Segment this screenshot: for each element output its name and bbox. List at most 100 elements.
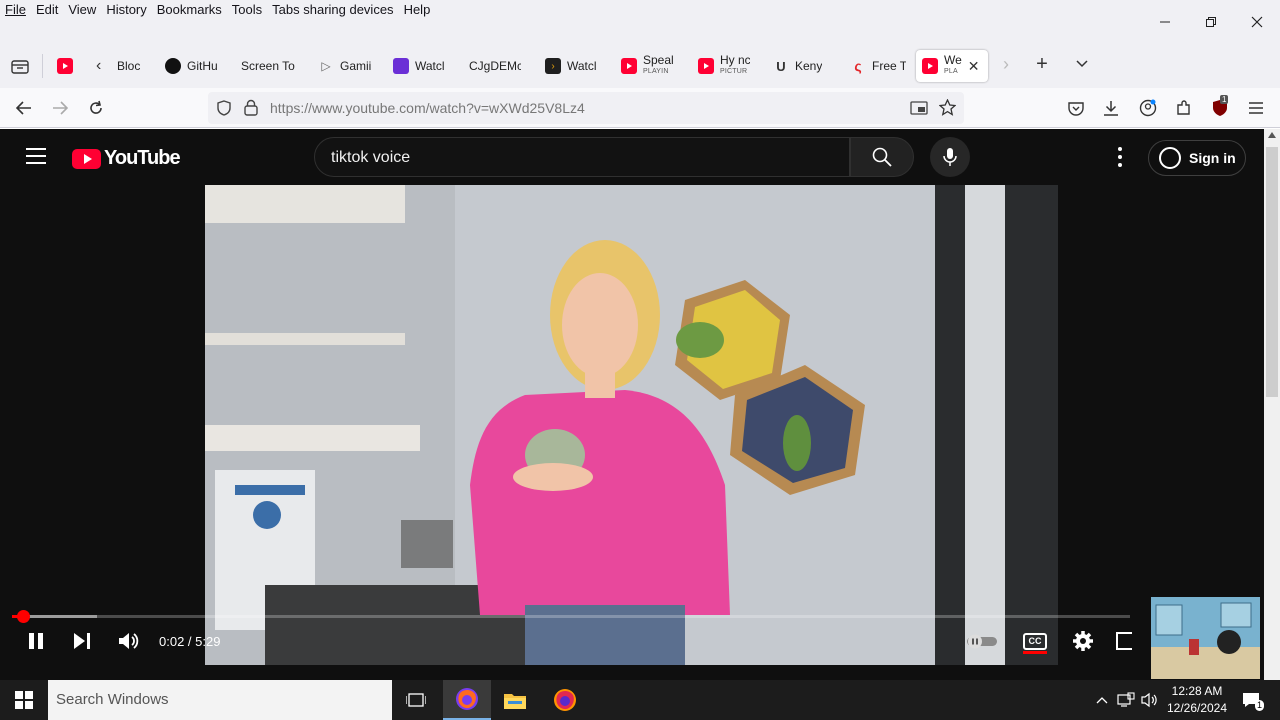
autoplay-toggle[interactable]: [964, 627, 1000, 655]
title-bar-spacer: [0, 20, 1280, 44]
tab-title: Gamii: [340, 59, 372, 73]
youtube-logo[interactable]: YouTube: [72, 147, 181, 170]
tab-scroll-right[interactable]: ›: [992, 50, 1020, 78]
windows-logo-icon: [15, 691, 33, 709]
sign-in-button[interactable]: Sign in: [1148, 140, 1246, 176]
menu-edit[interactable]: Edit: [31, 0, 63, 20]
tab-1[interactable]: Bloc: [117, 50, 157, 82]
pocket-button[interactable]: [1062, 94, 1090, 122]
shield-icon[interactable]: [217, 100, 231, 116]
tab-6[interactable]: CJgDEMc: [469, 50, 525, 82]
taskbar-file-explorer[interactable]: [491, 680, 539, 720]
search-button[interactable]: [850, 137, 914, 177]
task-view-button[interactable]: [392, 680, 440, 720]
back-button[interactable]: [10, 94, 38, 122]
url-text[interactable]: https://www.youtube.com/watch?v=wXWd25V8…: [270, 100, 585, 116]
github-icon: [165, 58, 181, 74]
tab-11[interactable]: ς Free T: [850, 50, 906, 82]
network-status[interactable]: [1114, 680, 1138, 720]
search-icon: [872, 147, 892, 167]
taskbar-firefox[interactable]: [541, 680, 589, 720]
new-tab-button[interactable]: +: [1028, 50, 1056, 78]
miniplayer-button[interactable]: [1116, 627, 1132, 655]
extensions-button[interactable]: [1170, 94, 1198, 122]
minimize-button[interactable]: [1142, 0, 1188, 44]
play-outline-icon: ▷: [321, 59, 331, 73]
menu-tools[interactable]: Tools: [227, 0, 267, 20]
game-thumbnail-image: [1151, 597, 1260, 679]
app-menu-button[interactable]: [1242, 94, 1270, 122]
settings-button[interactable]: [1070, 627, 1096, 655]
close-window-button[interactable]: [1234, 0, 1280, 44]
scroll-up-arrow-icon[interactable]: [1268, 132, 1276, 138]
restore-icon: [1206, 17, 1216, 27]
reload-button[interactable]: [82, 94, 110, 122]
volume-status[interactable]: [1138, 680, 1162, 720]
tab-8[interactable]: Speal PLAYIN: [621, 50, 681, 82]
chevron-left-icon: ‹: [96, 57, 102, 74]
close-tab-icon[interactable]: ✕: [968, 58, 980, 75]
progress-bar[interactable]: [12, 610, 1130, 623]
tab-12-active[interactable]: We PLA ✕: [916, 50, 988, 82]
menu-view[interactable]: View: [63, 0, 101, 20]
tab-3[interactable]: Screen To: [241, 50, 299, 82]
system-clock[interactable]: 12:28 AM 12/26/2024: [1162, 683, 1232, 717]
menu-history[interactable]: History: [101, 0, 151, 20]
show-hidden-icons-button[interactable]: [1090, 680, 1114, 720]
mute-button[interactable]: [116, 627, 142, 655]
tab-9[interactable]: Hy nc PICTUR: [698, 50, 754, 82]
page-scrollbar[interactable]: [1264, 129, 1280, 680]
tab-2[interactable]: GitHu: [165, 50, 225, 82]
youtube-header: YouTube tiktok voice Sign in: [0, 129, 1264, 185]
restore-button[interactable]: [1188, 0, 1234, 44]
bookmark-star-icon[interactable]: [939, 99, 956, 116]
account-button[interactable]: [1134, 94, 1162, 122]
tab-pinned-youtube[interactable]: [57, 50, 79, 82]
list-all-tabs-button[interactable]: [1068, 50, 1096, 78]
video-frame[interactable]: [205, 185, 1058, 665]
tab-scroll-left[interactable]: ‹: [96, 50, 101, 82]
floating-thumbnail[interactable]: [1151, 597, 1260, 679]
menu-tabs-sharing-devices[interactable]: Tabs sharing devices: [267, 0, 398, 20]
tab-title: Hy nc: [720, 55, 750, 67]
c-logo-icon: ς: [854, 58, 862, 74]
ublock-button[interactable]: 1: [1206, 94, 1234, 122]
close-icon: [1251, 16, 1263, 28]
scrollbar-thumb[interactable]: [1266, 147, 1278, 397]
menu-file[interactable]: File: [0, 0, 31, 20]
action-center-button[interactable]: 1: [1236, 680, 1266, 720]
scrubber-handle[interactable]: [16, 610, 30, 623]
settings-more-button[interactable]: [1110, 145, 1130, 169]
cc-label: CC: [1028, 636, 1042, 646]
subtitles-button[interactable]: CC: [1022, 627, 1048, 655]
menu-help[interactable]: Help: [399, 0, 436, 20]
taskbar-search-box[interactable]: Search Windows: [48, 680, 392, 720]
start-button[interactable]: [0, 680, 48, 720]
next-button[interactable]: [70, 627, 94, 655]
menu-bookmarks[interactable]: Bookmarks: [152, 0, 227, 20]
taskbar-firefox-dev[interactable]: [443, 680, 491, 720]
tab-title: Bloc: [117, 59, 141, 73]
downloads-button[interactable]: [1097, 94, 1125, 122]
pause-button[interactable]: [24, 627, 48, 655]
firefox-icon: [554, 689, 576, 711]
picture-in-picture-icon[interactable]: [910, 100, 928, 116]
guide-menu-button[interactable]: [26, 148, 46, 164]
forward-button[interactable]: [46, 94, 74, 122]
search-input[interactable]: tiktok voice: [314, 137, 850, 177]
tab-subtitle: PLAYIN: [643, 68, 669, 75]
url-bar[interactable]: https://www.youtube.com/watch?v=wXWd25V8…: [208, 92, 964, 124]
voice-search-button[interactable]: [930, 137, 970, 177]
youtube-logo-text: YouTube: [104, 147, 181, 169]
tab-7[interactable]: › Watcl: [545, 50, 601, 82]
minimize-icon: [1160, 21, 1170, 23]
taskbar-search-placeholder: Search Windows: [56, 691, 169, 708]
lock-icon[interactable]: [244, 99, 258, 116]
speaker-icon: [1141, 692, 1157, 708]
tab-10[interactable]: U Keny: [773, 50, 829, 82]
tab-5[interactable]: Watcl: [393, 50, 453, 82]
puzzle-icon: [1177, 100, 1190, 115]
arrow-left-icon: [16, 101, 31, 115]
firefox-view-button[interactable]: [6, 52, 34, 80]
tab-4[interactable]: ▷ Gamii: [318, 50, 376, 82]
